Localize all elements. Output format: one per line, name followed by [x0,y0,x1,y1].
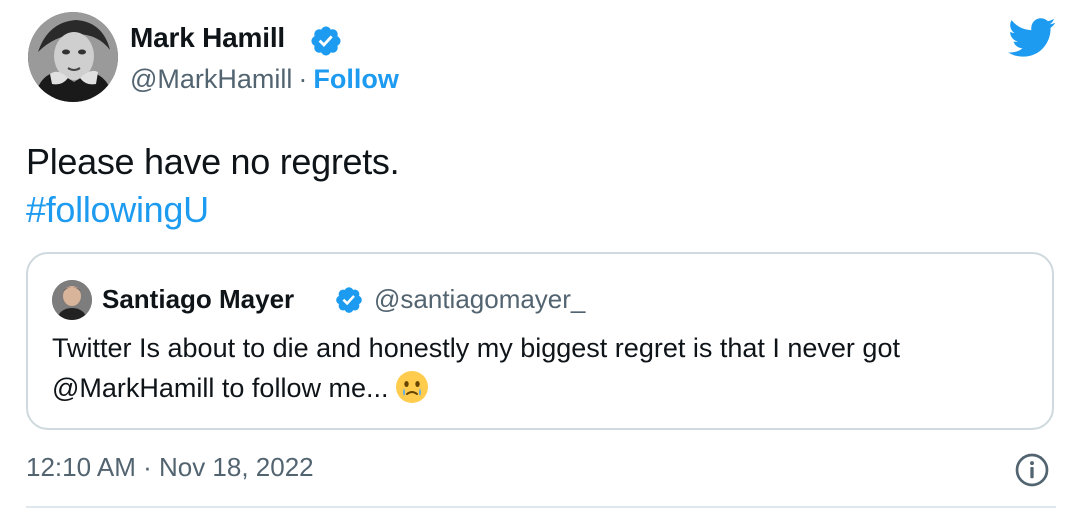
tweet-timestamp[interactable]: 12:10 AM · Nov 18, 2022 [26,452,314,483]
author-avatar[interactable] [28,12,118,102]
quoted-author-avatar [52,280,92,320]
author-name[interactable]: Mark Hamill [130,22,285,54]
footer-divider [26,506,1056,508]
quoted-tweet-text: Twitter Is about to die and honestly my … [52,333,900,403]
verified-badge-icon [311,26,341,56]
quoted-author-handle: @santiagomayer_ [374,284,586,314]
quoted-tweet-text-block: Twitter Is about to die and honestly my … [52,328,1042,408]
avatar-photo [28,12,118,102]
handle-separator: · [298,64,308,94]
quoted-avatar-photo [52,280,92,320]
follow-button[interactable]: Follow [313,64,398,94]
hashtag-link[interactable]: #followingU [26,186,399,234]
info-icon[interactable] [1014,452,1050,488]
verified-badge-icon [336,287,362,313]
tweet-body: Please have no regrets. #followingU [26,138,400,234]
tweet-text: Please have no regrets. [26,141,400,182]
twitter-bird-icon[interactable] [1008,18,1056,58]
author-handle-line: @MarkHamill · Follow [130,64,399,95]
quoted-author-name: Santiago Mayer [102,284,295,314]
author-handle[interactable]: @MarkHamill [130,64,292,94]
face-holding-back-tears-icon [396,370,429,403]
quoted-tweet-card[interactable]: Santiago Mayer @santiagomayer_ Twitter I… [26,252,1054,430]
